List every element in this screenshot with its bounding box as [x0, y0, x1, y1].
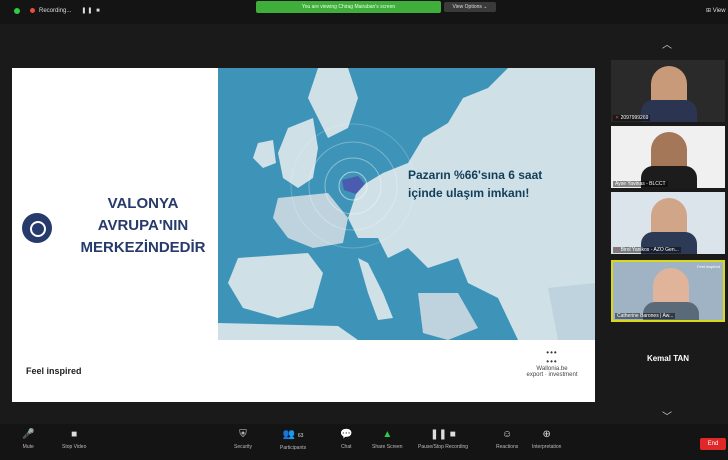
top-bar: Recording... ❚❚ ■ You are viewing Chirag… [0, 0, 728, 24]
pause-stop-icon: ❚❚ ■ [430, 429, 456, 440]
map-callout: Pazarın %66'sına 6 saat içinde ulaşım im… [408, 166, 578, 202]
shield-icon: ⛨ [239, 429, 247, 440]
meeting-toolbar: 🎤 Mute ■ Stop Video ⛨ Security 👥 63 Part… [0, 424, 728, 460]
microphone-icon: 🎤 [22, 429, 35, 440]
participant-tile[interactable]: ✕ Birol Yanikos - AZO Gen... [611, 192, 725, 254]
slide-footer: Feel inspired [26, 366, 82, 376]
recording-label: Pause/Stop Recording [418, 444, 469, 450]
stop-video-label: Stop Video [62, 444, 87, 450]
chat-label: Chat [340, 444, 352, 450]
wallonia-logo-icon [22, 213, 52, 243]
interpretation-button[interactable]: ⊕ Interpretation [532, 428, 561, 450]
globe-icon: ⊕ [542, 429, 551, 440]
chat-button[interactable]: 💬 Chat [340, 428, 352, 450]
participant-name-text: Ayse Yavinas - BLCCT [615, 181, 666, 187]
recording-label: Recording... [39, 7, 72, 14]
participant-name: ✕ 2097999269 [613, 115, 651, 121]
muted-mic-icon: ✕ [615, 115, 620, 121]
record-dot-icon [30, 8, 35, 13]
slide-title: VALONYA AVRUPA'NIN MERKEZİNDEDİR [58, 193, 228, 259]
participant-tile-active[interactable]: Feel inspired Catherine Barones | Aw... [611, 260, 725, 322]
europe-map: Pazarın %66'sına 6 saat içinde ulaşım im… [218, 68, 595, 340]
security-button[interactable]: ⛨ Security [234, 428, 252, 450]
reactions-label: Reactions [496, 444, 519, 450]
recording-indicator: Recording... ❚❚ ■ [14, 7, 101, 14]
chat-bubble-icon: 💬 [340, 429, 353, 440]
status-dot-icon [14, 7, 20, 14]
participant-name: Ayse Yavinas - BLCCT [613, 181, 668, 187]
security-label: Security [234, 444, 253, 450]
map-callout-line-2: içinde ulaşım imkanı! [408, 186, 530, 200]
recording-controls[interactable]: ❚❚ ■ [81, 7, 100, 14]
wallonia-dots-icon: ••• ••• [546, 348, 558, 366]
mute-button[interactable]: 🎤 Mute [22, 428, 34, 450]
participant-name: ✕ Birol Yanikos - AZO Gen... [613, 247, 681, 253]
share-screen-button[interactable]: ▲ Share Screen [372, 428, 403, 450]
shared-slide: VALONYA AVRUPA'NIN MERKEZİNDEDİR Pazarın… [12, 68, 595, 402]
people-icon: 👥 63 [282, 429, 304, 440]
slide-title-line-3: MERKEZİNDEDİR [80, 239, 206, 256]
share-screen-icon: ▲ [382, 429, 393, 440]
screen-share-notice: You are viewing Chirag Mairaban's screen [256, 1, 441, 13]
speaker-name: Kemal TAN [646, 354, 690, 363]
participants-count: 63 [297, 433, 304, 439]
participant-tile[interactable]: ✕ 2097999269 [611, 60, 725, 122]
participant-name-text: Birol Yanikos - AZO Gen... [620, 247, 679, 253]
participants-panel: ︿ ✕ 2097999269 Ayse Yavinas - BLCCT ✕ Bi… [608, 24, 728, 423]
scroll-up-chevron-icon[interactable]: ︿ [662, 36, 672, 51]
mute-label: Mute [22, 444, 34, 450]
participant-tile[interactable]: Ayse Yavinas - BLCCT [611, 126, 725, 188]
view-button[interactable]: ⊞ View [706, 7, 726, 14]
participant-name: Catherine Barones | Aw... [615, 313, 676, 319]
view-options-button[interactable]: View Options ⌄ [444, 2, 496, 12]
interpretation-label: Interpretation [532, 444, 562, 450]
europe-map-graphic [218, 68, 595, 340]
participants-label: Participants [280, 445, 307, 451]
participant-name-text: Catherine Barones | Aw... [617, 313, 674, 319]
reaction-icon: ☺ [502, 429, 513, 440]
participant-badge: Feel inspired [697, 264, 720, 269]
slide-title-line-1: VALONYA [107, 195, 179, 212]
participant-name-text: 2097999269 [620, 115, 649, 121]
wallonia-brand: ••• ••• Wallonia.be export · investment [522, 348, 582, 378]
map-callout-line-1: Pazarın %66'sına 6 saat [408, 168, 543, 182]
participant-video-body [643, 302, 699, 320]
video-camera-icon: ■ [71, 429, 78, 440]
reactions-button[interactable]: ☺ Reactions [496, 428, 518, 450]
wallonia-brand-sub: export · investment [526, 372, 578, 378]
muted-mic-icon: ✕ [615, 247, 620, 253]
slide-title-line-2: AVRUPA'NIN [97, 217, 189, 234]
participants-button[interactable]: 👥 63 Participants [280, 428, 306, 451]
share-screen-label: Share Screen [372, 444, 403, 450]
stop-video-button[interactable]: ■ Stop Video [62, 428, 86, 450]
scroll-down-chevron-icon[interactable]: ﹀ [662, 408, 672, 423]
recording-button[interactable]: ❚❚ ■ Pause/Stop Recording [418, 428, 468, 450]
end-button[interactable]: End [700, 438, 726, 450]
